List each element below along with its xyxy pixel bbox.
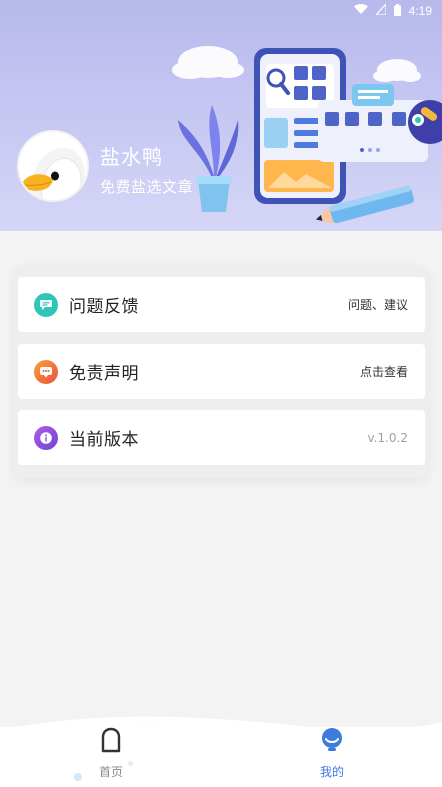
menu-item-version[interactable]: 当前版本 v.1.0.2 <box>18 410 425 465</box>
menu-item-label: 免责声明 <box>69 364 139 384</box>
battery-icon <box>393 3 401 19</box>
tab-label: 我的 <box>319 765 344 779</box>
profile-subtitle: 免费盐选文章 <box>100 178 194 196</box>
menu-item-label: 问题反馈 <box>69 297 139 317</box>
profile-header: 4:19 盐水鸭 免费盐选文章 <box>0 0 442 231</box>
tab-mine[interactable]: 我的 <box>282 727 382 787</box>
wifi-icon <box>353 4 368 18</box>
feedback-chat-icon <box>34 292 58 317</box>
menu-item-value: 问题、建议 <box>347 298 408 312</box>
menu-item-label: 当前版本 <box>69 430 139 450</box>
bottom-nav: 首页 我的 <box>0 727 442 787</box>
disclaimer-message-icon <box>34 359 58 384</box>
tab-label: 首页 <box>98 765 123 779</box>
status-bar: 4:19 <box>0 0 442 22</box>
menu-item-feedback[interactable]: 问题反馈 问题、建议 <box>18 277 425 332</box>
home-arch-icon <box>100 727 122 753</box>
decor-dot <box>74 773 82 781</box>
menu-item-disclaimer[interactable]: 免责声明 点击查看 <box>18 344 425 399</box>
decor-dot <box>128 761 133 766</box>
menu-item-value: 点击查看 <box>359 365 408 379</box>
info-icon <box>34 425 58 450</box>
signal-icon <box>374 2 387 18</box>
avatar[interactable] <box>17 130 89 202</box>
mine-person-icon <box>320 727 344 753</box>
version-value: v.1.0.2 <box>367 430 408 445</box>
profile-name: 盐水鸭 <box>100 145 163 169</box>
status-time: 4:19 <box>408 4 432 18</box>
